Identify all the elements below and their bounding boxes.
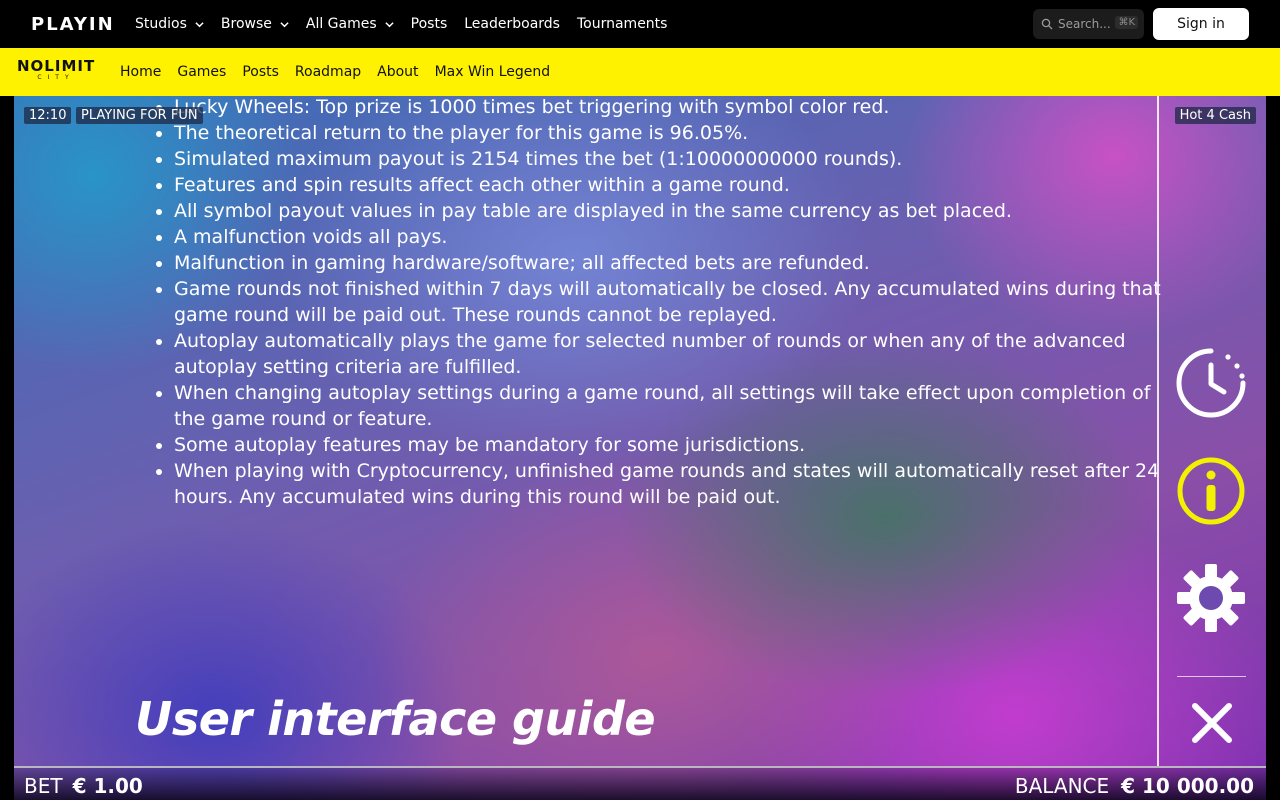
playin-logo[interactable]: PLAYIN: [31, 14, 115, 35]
user-interface-guide-title: User interface guide: [135, 692, 656, 746]
bet-label: BET: [24, 774, 63, 798]
nav-label: All Games: [305, 16, 377, 32]
nav-label: Browse: [220, 16, 272, 32]
nav-item-all-games[interactable]: All Games: [306, 16, 394, 32]
bet-value: € 1.00: [72, 774, 143, 798]
mode-badge: PLAYING FOR FUN: [76, 107, 203, 124]
search-box[interactable]: Search... ⌘K: [1033, 9, 1144, 39]
settings-gear-icon[interactable]: [1177, 564, 1245, 632]
nav-item-tournaments[interactable]: Tournaments: [577, 16, 667, 32]
sidebar-divider: [1157, 96, 1159, 766]
search-icon: [1041, 18, 1053, 30]
rule-item: Malfunction in gaming hardware/software;…: [174, 250, 1164, 276]
rule-item: All symbol payout values in pay table ar…: [174, 198, 1164, 224]
nolimit-city-logo[interactable]: NOLIMIT CITY: [17, 59, 95, 85]
info-icon[interactable]: [1176, 456, 1246, 526]
rule-item: Some autoplay features may be mandatory …: [174, 432, 1164, 458]
close-icon[interactable]: [1191, 702, 1233, 744]
nav-label: Studios: [135, 16, 187, 32]
search-placeholder: Search...: [1058, 17, 1111, 31]
game-rules-list[interactable]: Lucky Wheels: Top prize is 1000 times be…: [154, 96, 1164, 510]
chevron-down-icon: [195, 21, 204, 27]
rule-item: The theoretical return to the player for…: [174, 120, 1164, 146]
chevron-down-icon: [280, 21, 289, 27]
studio-logo-sub: CITY: [37, 74, 75, 81]
subnav-item-home[interactable]: Home: [120, 64, 161, 80]
nav-item-browse[interactable]: Browse: [221, 16, 289, 32]
rule-item: Features and spin results affect each ot…: [174, 172, 1164, 198]
studio-nav: NOLIMIT CITY Home Games Posts Roadmap Ab…: [0, 48, 1280, 96]
rule-item: Simulated maximum payout is 2154 times t…: [174, 146, 1164, 172]
subnav-item-max-win-legend[interactable]: Max Win Legend: [435, 64, 551, 80]
rule-item: Autoplay automatically plays the game fo…: [174, 328, 1164, 380]
studio-nav-items: Home Games Posts Roadmap About Max Win L…: [120, 48, 566, 96]
chevron-down-icon: [385, 21, 394, 27]
studio-logo-main: NOLIMIT: [17, 57, 96, 75]
rule-item: Lucky Wheels: Top prize is 1000 times be…: [174, 96, 1164, 120]
search-shortcut: ⌘K: [1115, 16, 1138, 29]
main-nav: Studios Browse All Games Posts Leaderboa…: [135, 0, 684, 48]
game-name-badge: Hot 4 Cash: [1174, 107, 1256, 124]
clock-badge: 12:10: [24, 107, 72, 124]
subnav-item-about[interactable]: About: [377, 64, 418, 80]
game-bottom-bar: BET € 1.00 BALANCE € 10 000.00: [14, 766, 1266, 800]
rule-item: Game rounds not finished within 7 days w…: [174, 276, 1164, 328]
nav-item-posts[interactable]: Posts: [411, 16, 448, 32]
top-nav: PLAYIN Studios Browse All Games Posts Le…: [0, 0, 1280, 48]
rule-item: When playing with Cryptocurrency, unfini…: [174, 458, 1164, 510]
subnav-item-posts[interactable]: Posts: [242, 64, 279, 80]
balance-label: BALANCE: [1014, 774, 1110, 798]
bet-display[interactable]: BET € 1.00: [24, 774, 143, 798]
balance-value: € 10 000.00: [1121, 774, 1254, 798]
rule-item: A malfunction voids all pays.: [174, 224, 1164, 250]
subnav-item-games[interactable]: Games: [177, 64, 226, 80]
sidebar-separator: [1177, 676, 1246, 677]
rule-item: When changing autoplay settings during a…: [174, 380, 1164, 432]
balance-display: BALANCE € 10 000.00: [1015, 774, 1254, 798]
sign-in-button[interactable]: Sign in: [1153, 8, 1249, 40]
nav-item-studios[interactable]: Studios: [135, 16, 204, 32]
nav-item-leaderboards[interactable]: Leaderboards: [464, 16, 560, 32]
history-clock-icon[interactable]: [1176, 348, 1246, 418]
game-frame[interactable]: Lucky Wheels: Top prize is 1000 times be…: [14, 96, 1266, 800]
subnav-item-roadmap[interactable]: Roadmap: [295, 64, 361, 80]
